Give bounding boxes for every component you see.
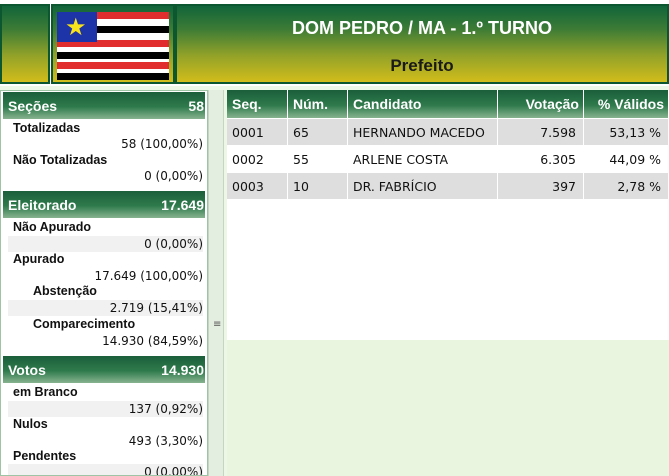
title-panel: DOM PEDRO / MA - 1.º TURNO Prefeito	[175, 4, 669, 84]
header-left-panel	[0, 4, 50, 84]
cell-candidato[interactable]: DR. FABRÍCIO	[348, 173, 498, 199]
col-header-candidato[interactable]: Candidato	[348, 90, 498, 118]
cell-seq[interactable]: 0001	[227, 119, 288, 145]
cell-votacao[interactable]: 397	[498, 173, 584, 199]
section-label: Votos	[8, 362, 46, 378]
table-empty-area	[227, 340, 669, 476]
nulos-value: 493 (3,30%)	[128, 434, 203, 448]
results-table: Seq. Núm. Candidato Votação % Válidos 00…	[227, 90, 669, 476]
cell-validos[interactable]: 44,09 %	[584, 146, 669, 172]
cell-candidato[interactable]: HERNANDO MACEDO	[348, 119, 498, 145]
section-header-votos: Votos 14.930	[3, 356, 205, 383]
page-subtitle: Prefeito	[390, 56, 454, 75]
abstencao-value: 2.719 (15,41%)	[8, 300, 203, 316]
cell-votacao[interactable]: 7.598	[498, 119, 584, 145]
col-header-seq[interactable]: Seq.	[227, 90, 288, 118]
cell-num[interactable]: 65	[288, 119, 348, 145]
nao-totalizadas-label: Não Totalizadas	[13, 153, 108, 167]
pendentes-label: Pendentes	[13, 449, 77, 463]
totalizadas-label: Totalizadas	[13, 121, 81, 135]
panel-splitter[interactable]: ≡	[208, 90, 224, 476]
cell-candidato[interactable]: ARLENE COSTA	[348, 146, 498, 172]
branco-label: em Branco	[13, 385, 78, 399]
section-header-secoes: Seções 58	[3, 92, 205, 119]
col-header-votacao[interactable]: Votação	[498, 90, 584, 118]
cell-num[interactable]: 55	[288, 146, 348, 172]
section-value: 58	[188, 98, 204, 114]
cell-votacao[interactable]: 6.305	[498, 146, 584, 172]
comparecimento-label: Comparecimento	[33, 317, 136, 331]
section-value: 14.930	[161, 362, 204, 378]
cell-validos[interactable]: 2,78 %	[584, 173, 669, 199]
abstencao-label: Abstenção	[33, 284, 97, 298]
cell-seq[interactable]: 0002	[227, 146, 288, 172]
nao-totalizadas-value: 0 (0,00%)	[144, 169, 203, 183]
branco-value: 137 (0,92%)	[8, 401, 203, 417]
summary-panel: Seções 58 Totalizadas 58 (100,00%) Não T…	[0, 90, 208, 476]
totalizadas-value: 58 (100,00%)	[121, 137, 203, 151]
col-header-num[interactable]: Núm.	[288, 90, 348, 118]
cell-num[interactable]: 10	[288, 173, 348, 199]
cell-seq[interactable]: 0003	[227, 173, 288, 199]
cell-validos[interactable]: 53,13 %	[584, 119, 669, 145]
page-title: DOM PEDRO / MA - 1.º TURNO	[292, 18, 552, 38]
nulos-label: Nulos	[13, 417, 48, 431]
nao-apurado-value: 0 (0,00%)	[8, 236, 203, 252]
flag-canton: ★	[57, 12, 97, 42]
splitter-grip-icon[interactable]: ≡	[213, 320, 221, 330]
section-label: Eleitorado	[8, 197, 77, 213]
comparecimento-value: 14.930 (84,59%)	[102, 334, 203, 348]
pendentes-value: 0 (0,00%)	[8, 464, 203, 475]
header: ★ DOM PEDRO / MA - 1.º TURNO Prefeito	[0, 0, 669, 86]
maranhao-flag-icon: ★	[57, 12, 169, 80]
apurado-value: 17.649 (100,00%)	[94, 269, 203, 283]
apurado-label: Apurado	[13, 252, 65, 266]
nao-apurado-label: Não Apurado	[13, 220, 92, 234]
section-header-eleitorado: Eleitorado 17.649	[3, 191, 205, 218]
col-header-validos[interactable]: % Válidos	[584, 90, 669, 118]
star-icon: ★	[65, 13, 87, 41]
flag-panel: ★	[51, 4, 175, 84]
section-value: 17.649	[161, 197, 204, 213]
section-label: Seções	[8, 98, 58, 114]
